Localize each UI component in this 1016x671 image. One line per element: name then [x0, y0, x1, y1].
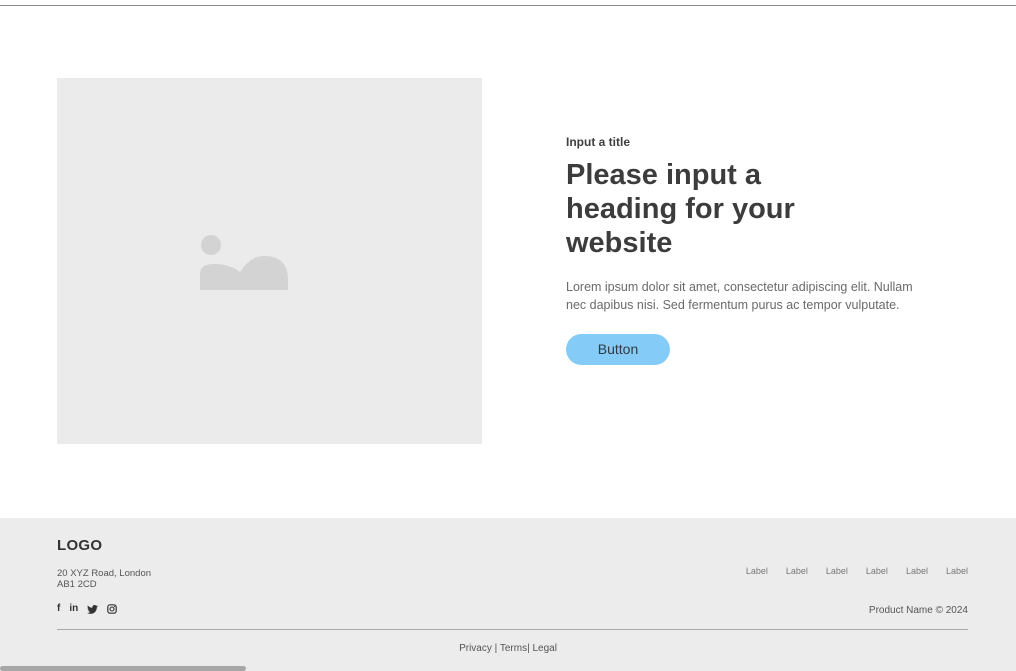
image-placeholder-icon: [200, 235, 288, 290]
footer-link[interactable]: Label: [746, 566, 768, 576]
instagram-icon[interactable]: [107, 604, 118, 614]
twitter-icon[interactable]: [87, 604, 99, 614]
legal-separator: |: [491, 643, 500, 654]
footer-address: 20 XYZ Road, London AB1 2CD: [57, 568, 217, 590]
footer-link[interactable]: Label: [906, 566, 928, 576]
address-line-2: AB1 2CD: [57, 579, 97, 590]
footer-logo[interactable]: LOGO: [57, 537, 102, 554]
hero-text-block: Input a title Please input a heading for…: [566, 134, 936, 365]
legal-link[interactable]: Legal: [532, 643, 556, 654]
copyright-text: Product Name © 2024: [868, 605, 968, 616]
hero-heading: Please input a heading for your website: [566, 159, 795, 259]
footer-link[interactable]: Label: [826, 566, 848, 576]
hero-body: Lorem ipsum dolor sit amet, consectetur …: [566, 280, 913, 312]
privacy-link[interactable]: Privacy: [459, 643, 492, 654]
footer-link[interactable]: Label: [866, 566, 888, 576]
footer-link[interactable]: Label: [786, 566, 808, 576]
facebook-icon[interactable]: f: [57, 603, 60, 615]
linkedin-icon[interactable]: in: [69, 603, 78, 615]
terms-link[interactable]: Terms: [500, 643, 527, 654]
horizontal-scrollbar[interactable]: [0, 666, 246, 671]
footer: LOGO 20 XYZ Road, London AB1 2CD f in La…: [0, 518, 1016, 671]
hero-eyebrow: Input a title: [566, 135, 630, 149]
hero-cta-button[interactable]: Button: [566, 334, 670, 365]
footer-link[interactable]: Label: [946, 566, 968, 576]
footer-divider: [57, 629, 968, 630]
social-links: f in: [57, 603, 118, 615]
address-line-1: 20 XYZ Road, London: [57, 568, 152, 579]
legal-links: Privacy | Terms| Legal: [0, 643, 1016, 654]
top-divider: [0, 5, 1016, 6]
hero-image-placeholder: [57, 78, 482, 444]
footer-nav: Label Label Label Label Label Label: [746, 566, 968, 576]
